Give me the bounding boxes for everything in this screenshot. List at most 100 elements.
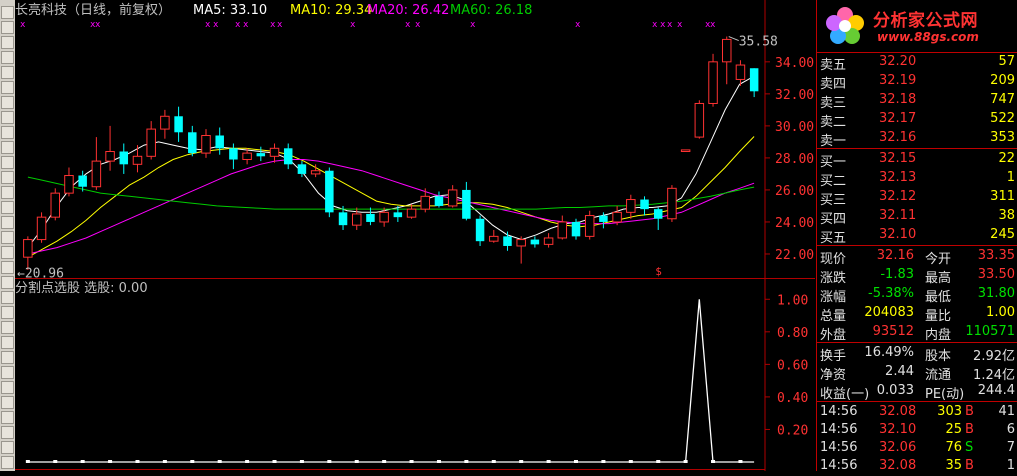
fund-row[interactable]: 换手 16.49% 股本 2.92亿 bbox=[817, 343, 1017, 364]
candle-body-up bbox=[489, 235, 499, 242]
fund-row[interactable]: 收益(一) 0.033 PE(动) 244.4 bbox=[817, 381, 1017, 402]
toolbar-tool-button[interactable] bbox=[1, 141, 14, 154]
bid-row[interactable]: 买三 32.12 311 bbox=[817, 187, 1017, 208]
ask-price: 32.17 bbox=[879, 111, 917, 126]
candle-body-down bbox=[283, 148, 293, 165]
ask-volume: 353 bbox=[990, 130, 1015, 145]
toolbar-tool-button[interactable] bbox=[1, 441, 14, 454]
toolbar-tool-button[interactable] bbox=[1, 411, 14, 424]
candle-body-up bbox=[132, 155, 143, 165]
y-tick-label: 30.00 bbox=[775, 120, 814, 135]
toolbar-tool-button[interactable] bbox=[1, 81, 14, 94]
candle-body-down bbox=[215, 135, 224, 149]
toolbar-tool-button[interactable] bbox=[1, 36, 14, 49]
fund-row[interactable]: 净资 2.44 流通 1.24亿 bbox=[817, 362, 1017, 383]
candle-body-up bbox=[64, 175, 74, 194]
stat-row[interactable]: 外盘 93512 内盘 110571 bbox=[817, 322, 1017, 343]
tick-price: 32.08 bbox=[879, 404, 917, 419]
candle-body-up bbox=[516, 239, 526, 247]
candle-body-down bbox=[325, 170, 334, 213]
candle-body-up bbox=[146, 128, 156, 157]
ask-row[interactable]: 卖四 32.19 209 bbox=[817, 71, 1017, 92]
bid-volume: 22 bbox=[998, 151, 1015, 166]
ask-row[interactable]: 卖三 32.18 747 bbox=[817, 90, 1017, 111]
toolbar-tool-button[interactable] bbox=[1, 306, 14, 319]
indicator-point bbox=[491, 460, 496, 463]
toolbar-tool-button[interactable] bbox=[1, 246, 14, 259]
ask-row[interactable]: 卖五 32.20 57 bbox=[817, 52, 1017, 73]
bid-volume: 311 bbox=[990, 189, 1015, 204]
stat-row[interactable]: 涨跌 -1.83 最高 33.50 bbox=[817, 265, 1017, 286]
stat-value: -1.83 bbox=[880, 267, 914, 282]
toolbar-tool-button[interactable] bbox=[1, 51, 14, 64]
high-price-marker: 35.58 bbox=[739, 35, 778, 50]
stat-value: 204083 bbox=[864, 305, 914, 320]
site-logo: 分析家公式网 www.88gs.com bbox=[817, 0, 1017, 52]
toolbar-tool-button[interactable] bbox=[1, 396, 14, 409]
kline-chart[interactable]: 34.00 32.00 30.00 28.00 26.00 24.00 22.00 长亮科技（… bbox=[15, 0, 815, 471]
indicator-point bbox=[162, 460, 167, 463]
tick-price: 32.10 bbox=[879, 422, 917, 437]
bid-row[interactable]: 买五 32.10 245 bbox=[817, 225, 1017, 246]
toolbar-tool-button[interactable] bbox=[1, 426, 14, 439]
bid-row[interactable]: 买一 32.15 22 bbox=[817, 149, 1017, 170]
bid-price: 32.11 bbox=[879, 208, 917, 223]
toolbar-tool-button[interactable] bbox=[1, 456, 14, 469]
indicator-point bbox=[25, 460, 30, 463]
ask-row[interactable]: 卖一 32.16 353 bbox=[817, 128, 1017, 149]
toolbar-tool-button[interactable] bbox=[1, 126, 14, 139]
stat-row[interactable]: 现价 32.16 今开 33.35 bbox=[817, 246, 1017, 267]
stat-row[interactable]: 涨幅 -5.38% 最低 31.80 bbox=[817, 284, 1017, 305]
candle-body-up bbox=[447, 189, 458, 207]
logo-url[interactable]: www.88gs.com bbox=[877, 30, 979, 44]
toolbar-tool-button[interactable] bbox=[1, 66, 14, 79]
trade-tick-row[interactable]: 14:56 32.08 303 B 41 bbox=[817, 402, 1017, 422]
candle-body-up bbox=[242, 152, 252, 161]
bid-price: 32.13 bbox=[879, 170, 917, 185]
toolbar-tool-button[interactable] bbox=[1, 156, 14, 169]
trade-tick-row[interactable]: 14:56 32.06 76 S 7 bbox=[817, 438, 1017, 458]
signal-x-marker: x bbox=[350, 20, 356, 30]
candle-body-up bbox=[612, 211, 622, 223]
bid-row[interactable]: 买四 32.11 38 bbox=[817, 206, 1017, 227]
indicator-title: 分割点选股 选股: 0.00 bbox=[15, 280, 148, 296]
indicator-point bbox=[546, 460, 551, 463]
toolbar-tool-button[interactable] bbox=[1, 6, 14, 19]
toolbar-tool-button[interactable] bbox=[1, 21, 14, 34]
tick-side: B bbox=[965, 422, 974, 437]
bid-price: 32.12 bbox=[879, 189, 917, 204]
ask-row[interactable]: 卖二 32.17 522 bbox=[817, 109, 1017, 130]
toolbar-tool-button[interactable] bbox=[1, 336, 14, 349]
toolbar-tool-button[interactable] bbox=[1, 291, 14, 304]
toolbar-tool-button[interactable] bbox=[1, 231, 14, 244]
toolbar-tool-button[interactable] bbox=[1, 216, 14, 229]
y-tick-label: 28.00 bbox=[775, 152, 814, 167]
stat-row[interactable]: 总量 204083 量比 1.00 bbox=[817, 303, 1017, 324]
trade-tick-row[interactable]: 14:56 32.08 35 B 1 bbox=[817, 456, 1017, 476]
toolbar-tool-button[interactable] bbox=[1, 261, 14, 274]
indicator-point bbox=[574, 460, 578, 463]
toolbar-tool-button[interactable] bbox=[1, 381, 14, 394]
toolbar-tool-button[interactable] bbox=[1, 276, 14, 289]
bid-volume: 38 bbox=[998, 208, 1015, 223]
candle-body-down bbox=[229, 148, 238, 160]
toolbar-tool-button[interactable] bbox=[1, 171, 14, 184]
indicator-point bbox=[519, 460, 524, 463]
tick-time: 14:56 bbox=[820, 440, 858, 455]
bid-row[interactable]: 买二 32.13 1 bbox=[817, 168, 1017, 189]
candle-body-down bbox=[640, 199, 649, 210]
trade-tick-row[interactable]: 14:56 32.10 25 B 6 bbox=[817, 420, 1017, 440]
signal-x-marker: x bbox=[575, 20, 581, 30]
quote-panel: 分析家公式网 www.88gs.com 卖五 32.20 57 卖四 32.19 209 卖… bbox=[816, 0, 1017, 473]
toolbar-tool-button[interactable] bbox=[1, 111, 14, 124]
toolbar-tool-button[interactable] bbox=[1, 321, 14, 334]
toolbar-tool-button[interactable] bbox=[1, 366, 14, 379]
signal-x-marker: x bbox=[710, 20, 716, 30]
toolbar-tool-button[interactable] bbox=[1, 351, 14, 364]
y-tick-label: 22.00 bbox=[775, 248, 814, 263]
tick-count: 41 bbox=[998, 404, 1015, 419]
toolbar-tool-button[interactable] bbox=[1, 201, 14, 214]
toolbar-tool-button[interactable] bbox=[1, 186, 14, 199]
candle-body-up bbox=[269, 147, 280, 157]
toolbar-tool-button[interactable] bbox=[1, 96, 14, 109]
